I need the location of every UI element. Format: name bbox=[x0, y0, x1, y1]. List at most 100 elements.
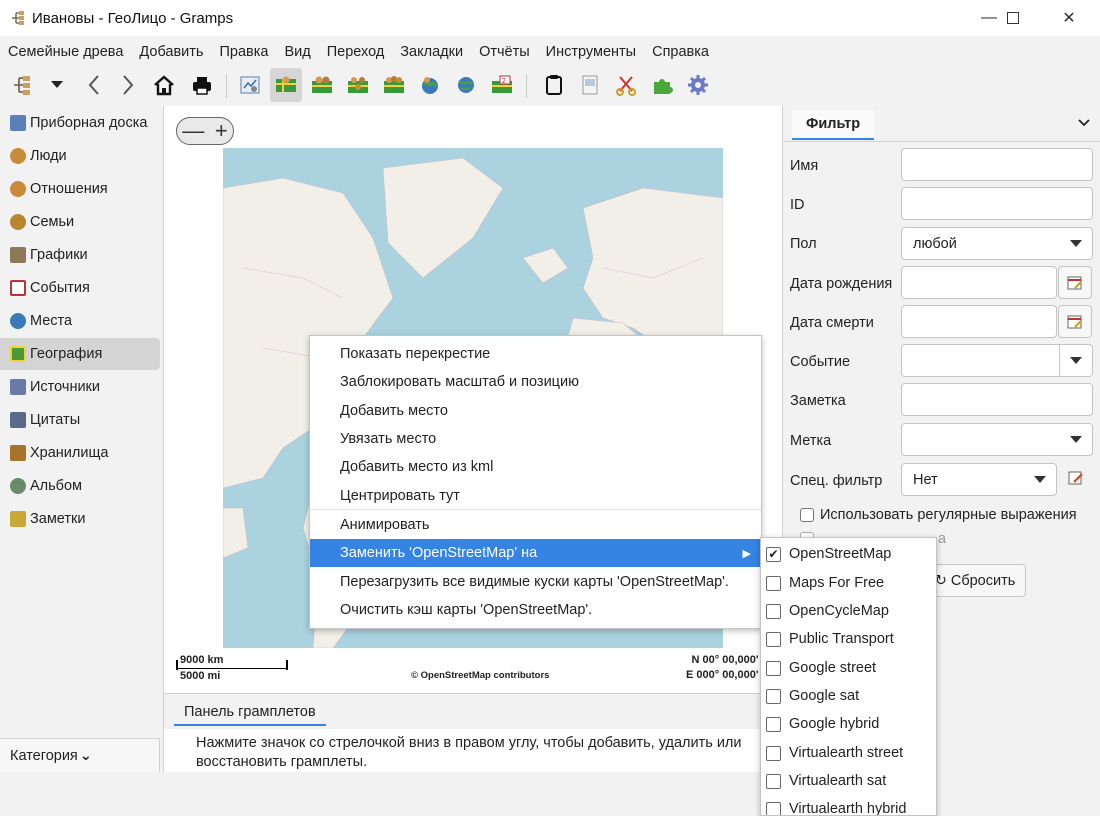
window-title: Ивановы - ГеоЛицо - Gramps bbox=[32, 9, 234, 27]
custom-filter-value: Нет bbox=[913, 471, 938, 488]
id-field[interactable] bbox=[901, 187, 1093, 220]
regex-checkbox[interactable]: Использовать регулярные выражения bbox=[800, 507, 1077, 523]
provider-virtualearth-hybrid[interactable]: Virtualearth hybrid bbox=[761, 795, 936, 815]
geo-person-button[interactable] bbox=[306, 68, 338, 102]
tab-filter[interactable]: Фильтр bbox=[792, 110, 875, 140]
menu-item-show-crosshair[interactable]: Показать перекрестие bbox=[310, 340, 761, 368]
menu-item-replace-map[interactable]: Заменить 'OpenStreetMap' на ▶ bbox=[310, 539, 761, 567]
provider-label: Google sat bbox=[789, 688, 860, 704]
menu-edit[interactable]: Правка bbox=[219, 44, 268, 60]
sidebar-item-sources[interactable]: Источники bbox=[0, 371, 160, 403]
puzzle-icon[interactable] bbox=[646, 68, 678, 102]
menu-item-lock-zoom[interactable]: Заблокировать масштаб и позицию bbox=[310, 368, 761, 396]
person-icon bbox=[10, 148, 26, 164]
forward-button[interactable] bbox=[112, 68, 144, 102]
birth-date-calendar-button[interactable] bbox=[1058, 266, 1092, 299]
sidebar-item-families[interactable]: Семьи bbox=[0, 206, 160, 238]
scissors-icon[interactable] bbox=[610, 68, 642, 102]
geo-close-button[interactable]: 2 bbox=[486, 68, 518, 102]
name-field[interactable] bbox=[901, 148, 1093, 181]
checkbox-box bbox=[766, 716, 781, 732]
provider-openstreetmap[interactable]: ✔ OpenStreetMap bbox=[761, 540, 936, 568]
geo-places-button[interactable] bbox=[450, 68, 482, 102]
close-button[interactable]: ✕ bbox=[1046, 0, 1092, 36]
navigator-sidebar: Приборная доска Люди Отношения Семьи Гра… bbox=[0, 106, 161, 772]
geo-all-people-button[interactable] bbox=[270, 68, 302, 102]
checkbox-box bbox=[766, 660, 781, 676]
menu-family-trees[interactable]: Семейные древа bbox=[8, 44, 123, 60]
geo-config-button[interactable] bbox=[234, 68, 266, 102]
trees-dropdown-icon[interactable] bbox=[42, 68, 72, 102]
sidebar-item-album[interactable]: Альбом bbox=[0, 470, 160, 502]
chevron-down-icon[interactable] bbox=[1078, 114, 1090, 130]
provider-maps-for-free[interactable]: Maps For Free bbox=[761, 569, 936, 597]
menu-view[interactable]: Вид bbox=[284, 44, 310, 60]
media-button[interactable] bbox=[574, 68, 606, 102]
tab-gramplet-panel[interactable]: Панель грамплетов bbox=[174, 700, 326, 726]
edit-filter-icon[interactable] bbox=[1068, 470, 1084, 489]
event-dropdown-button[interactable] bbox=[1059, 345, 1092, 376]
zoom-out-button[interactable]: — bbox=[182, 120, 204, 142]
sidebar-item-repositories[interactable]: Хранилища bbox=[0, 437, 160, 469]
menu-reports[interactable]: Отчёты bbox=[479, 44, 530, 60]
title-bar: Ивановы - ГеоЛицо - Gramps — ✕ bbox=[0, 0, 1100, 36]
tag-select[interactable] bbox=[901, 423, 1093, 456]
note-label: Заметка bbox=[790, 393, 846, 409]
sidebar-item-charts[interactable]: Графики bbox=[0, 239, 160, 271]
menu-item-clear-cache[interactable]: Очистить кэш карты 'OpenStreetMap'. bbox=[310, 596, 761, 624]
menu-item-animate[interactable]: Анимировать bbox=[310, 511, 761, 539]
menu-help[interactable]: Справка bbox=[652, 44, 709, 60]
sidebar-item-people[interactable]: Люди bbox=[0, 140, 160, 172]
menu-item-reload-tiles[interactable]: Перезагрузить все видимые куски карты 'O… bbox=[310, 568, 761, 596]
provider-google-hybrid[interactable]: Google hybrid bbox=[761, 710, 936, 738]
sidebar-item-events[interactable]: События bbox=[0, 272, 160, 304]
event-field[interactable] bbox=[901, 344, 1093, 377]
category-selector[interactable]: Категория ⌄ bbox=[0, 738, 160, 772]
sidebar-item-relationships[interactable]: Отношения bbox=[0, 173, 160, 205]
sidebar-item-citations[interactable]: Цитаты bbox=[0, 404, 160, 436]
provider-google-street[interactable]: Google street bbox=[761, 654, 936, 682]
citation-icon bbox=[10, 412, 26, 428]
custom-filter-label: Спец. фильтр bbox=[790, 473, 883, 489]
provider-google-sat[interactable]: Google sat bbox=[761, 682, 936, 710]
family-trees-button[interactable] bbox=[6, 68, 38, 102]
provider-public-transport[interactable]: Public Transport bbox=[761, 625, 936, 653]
reset-button[interactable]: ↻ Сбросить bbox=[924, 564, 1026, 597]
name-label: Имя bbox=[790, 158, 819, 174]
sidebar-item-geography[interactable]: География bbox=[0, 338, 160, 370]
geo-family-button[interactable] bbox=[342, 68, 374, 102]
zoom-in-button[interactable]: + bbox=[215, 120, 228, 142]
gender-select[interactable]: любой bbox=[901, 227, 1093, 260]
menu-go[interactable]: Переход bbox=[327, 44, 385, 60]
custom-filter-select[interactable]: Нет bbox=[901, 463, 1057, 496]
provider-virtualearth-street[interactable]: Virtualearth street bbox=[761, 739, 936, 767]
source-icon bbox=[10, 379, 26, 395]
checkbox-box bbox=[800, 508, 814, 522]
sidebar-item-notes[interactable]: Заметки bbox=[0, 503, 160, 535]
death-date-calendar-button[interactable] bbox=[1058, 305, 1092, 338]
menu-item-add-place[interactable]: Добавить место bbox=[310, 397, 761, 425]
geo-events-button[interactable] bbox=[414, 68, 446, 102]
maximize-button[interactable] bbox=[990, 0, 1036, 36]
home-button[interactable] bbox=[148, 68, 180, 102]
provider-opencyclemap[interactable]: OpenCycleMap bbox=[761, 597, 936, 625]
note-field[interactable] bbox=[901, 383, 1093, 416]
check-icon: ✔ bbox=[766, 546, 781, 562]
provider-label: Virtualearth street bbox=[789, 745, 904, 761]
menu-tools[interactable]: Инструменты bbox=[546, 44, 636, 60]
menu-bookmarks[interactable]: Закладки bbox=[400, 44, 463, 60]
provider-virtualearth-sat[interactable]: Virtualearth sat bbox=[761, 767, 936, 795]
menu-item-link-place[interactable]: Увязать место bbox=[310, 425, 761, 453]
death-date-field[interactable] bbox=[901, 305, 1057, 338]
birth-date-field[interactable] bbox=[901, 266, 1057, 299]
menu-item-add-place-kml[interactable]: Добавить место из kml bbox=[310, 453, 761, 481]
geo-ancestors-button[interactable] bbox=[378, 68, 410, 102]
sidebar-item-places[interactable]: Места bbox=[0, 305, 160, 337]
back-button[interactable] bbox=[78, 68, 110, 102]
menu-item-center-here[interactable]: Центрировать тут bbox=[310, 482, 761, 510]
print-button[interactable] bbox=[186, 68, 218, 102]
menu-add[interactable]: Добавить bbox=[139, 44, 203, 60]
clipboard-button[interactable] bbox=[538, 68, 570, 102]
sidebar-item-dashboard[interactable]: Приборная доска bbox=[0, 107, 160, 139]
gear-icon[interactable] bbox=[682, 68, 714, 102]
